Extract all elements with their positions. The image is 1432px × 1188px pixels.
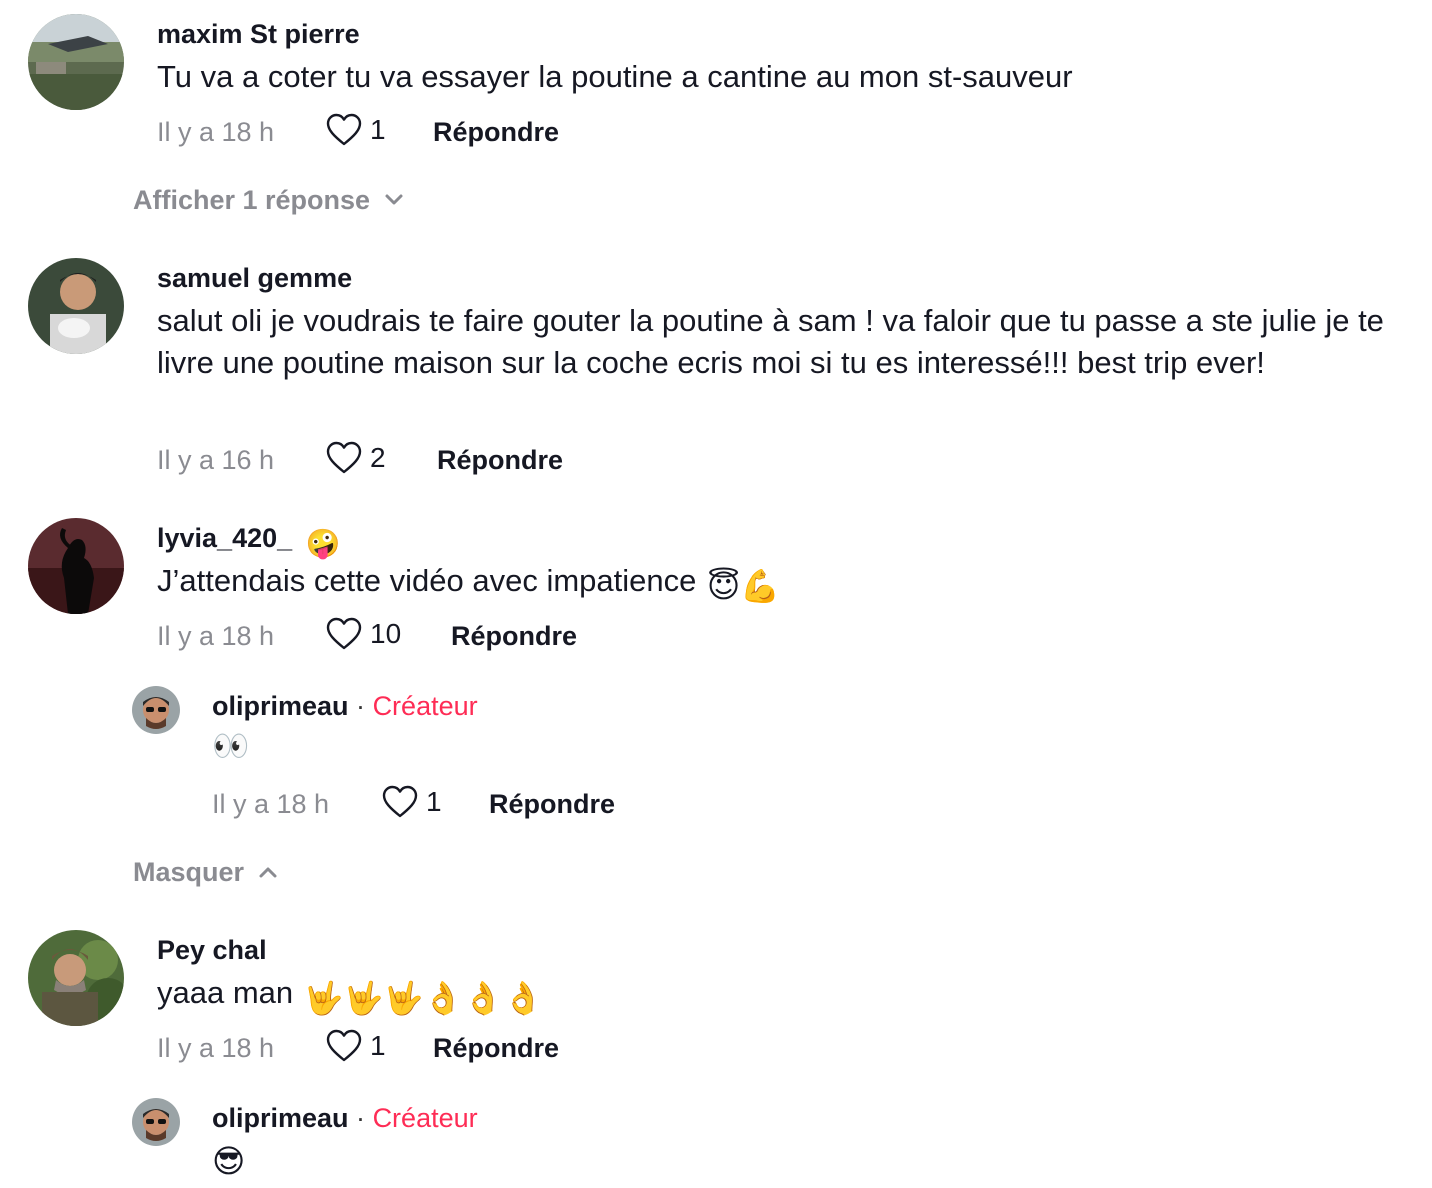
reply-button[interactable]: Répondre [489,787,615,821]
reply-button[interactable]: Répondre [451,619,577,653]
comment-username[interactable]: samuel gemme [157,261,352,295]
like-button[interactable]: 1 [382,785,442,819]
comment-text-body: yaaa man [157,975,294,1010]
reply-username-text: oliprimeau [212,691,349,721]
comment-username[interactable]: maxim St pierre [157,17,360,51]
comment-text: yaaa man 🤟🤟🤟👌👌👌 [157,972,1397,1019]
reply-button[interactable]: Répondre [433,1031,559,1065]
hide-replies-label: Masquer [133,857,245,887]
comment-emojis: 😇💪 [707,568,781,604]
like-button[interactable]: 10 [326,617,401,651]
reply-text: 😎 [212,1143,246,1179]
show-replies-button[interactable]: Afficher 1 réponse [133,183,404,217]
heart-outline-icon [326,617,362,650]
avatar[interactable] [28,258,124,354]
creator-badge: Créateur [372,691,478,721]
reply-username[interactable]: oliprimeau · Créateur [212,1101,478,1135]
show-replies-label: Afficher 1 réponse [133,185,371,215]
heart-outline-icon [382,785,418,818]
reply-timestamp: Il y a 18 h [212,789,330,819]
hide-replies-button[interactable]: Masquer [133,855,278,889]
chevron-down-icon [385,194,403,205]
reply-username-text: oliprimeau [212,1103,349,1133]
comment-username-text: lyvia_420_ [157,523,293,553]
comment-username[interactable]: Pey chal [157,933,267,967]
comment-text-body: J’attendais cette vidéo avec impatience [157,563,697,598]
separator: · [356,1103,366,1133]
reply-button[interactable]: Répondre [433,115,559,149]
heart-outline-icon [326,441,362,474]
comment-timestamp: Il y a 18 h [157,1033,275,1063]
heart-outline-icon [326,1029,362,1062]
reply-button[interactable]: Répondre [437,443,563,477]
avatar[interactable] [28,930,124,1026]
like-count: 1 [370,1030,386,1061]
comment-text: salut oli je voudrais te faire gouter la… [157,303,1384,380]
comment-timestamp: Il y a 18 h [157,117,275,147]
reply-username[interactable]: oliprimeau · Créateur [212,689,478,723]
separator: · [356,691,366,721]
creator-badge: Créateur [372,1103,478,1133]
reply-text: 👀 [212,730,250,763]
like-count: 10 [370,618,402,649]
comment-emojis: 🤟🤟🤟👌👌👌 [303,980,543,1016]
like-count: 1 [370,114,386,145]
avatar[interactable] [132,686,180,734]
avatar[interactable] [132,1098,180,1146]
comment-timestamp: Il y a 18 h [157,621,275,651]
like-count: 2 [370,442,386,473]
zany-face-emoji: 🤪 [305,528,341,559]
comment-timestamp: Il y a 16 h [157,445,275,475]
avatar[interactable] [28,14,124,110]
comment-username[interactable]: lyvia_420_ 🤪 [157,521,341,561]
heart-outline-icon [326,113,362,146]
avatar[interactable] [28,518,124,614]
comment-text: J’attendais cette vidéo avec impatience … [157,560,1397,607]
like-button[interactable]: 2 [326,441,386,475]
like-count: 1 [426,786,442,817]
comment-text: Tu va a coter tu va essayer la poutine a… [157,59,1073,94]
chevron-up-icon [259,867,277,878]
like-button[interactable]: 1 [326,1029,386,1063]
like-button[interactable]: 1 [326,113,386,147]
